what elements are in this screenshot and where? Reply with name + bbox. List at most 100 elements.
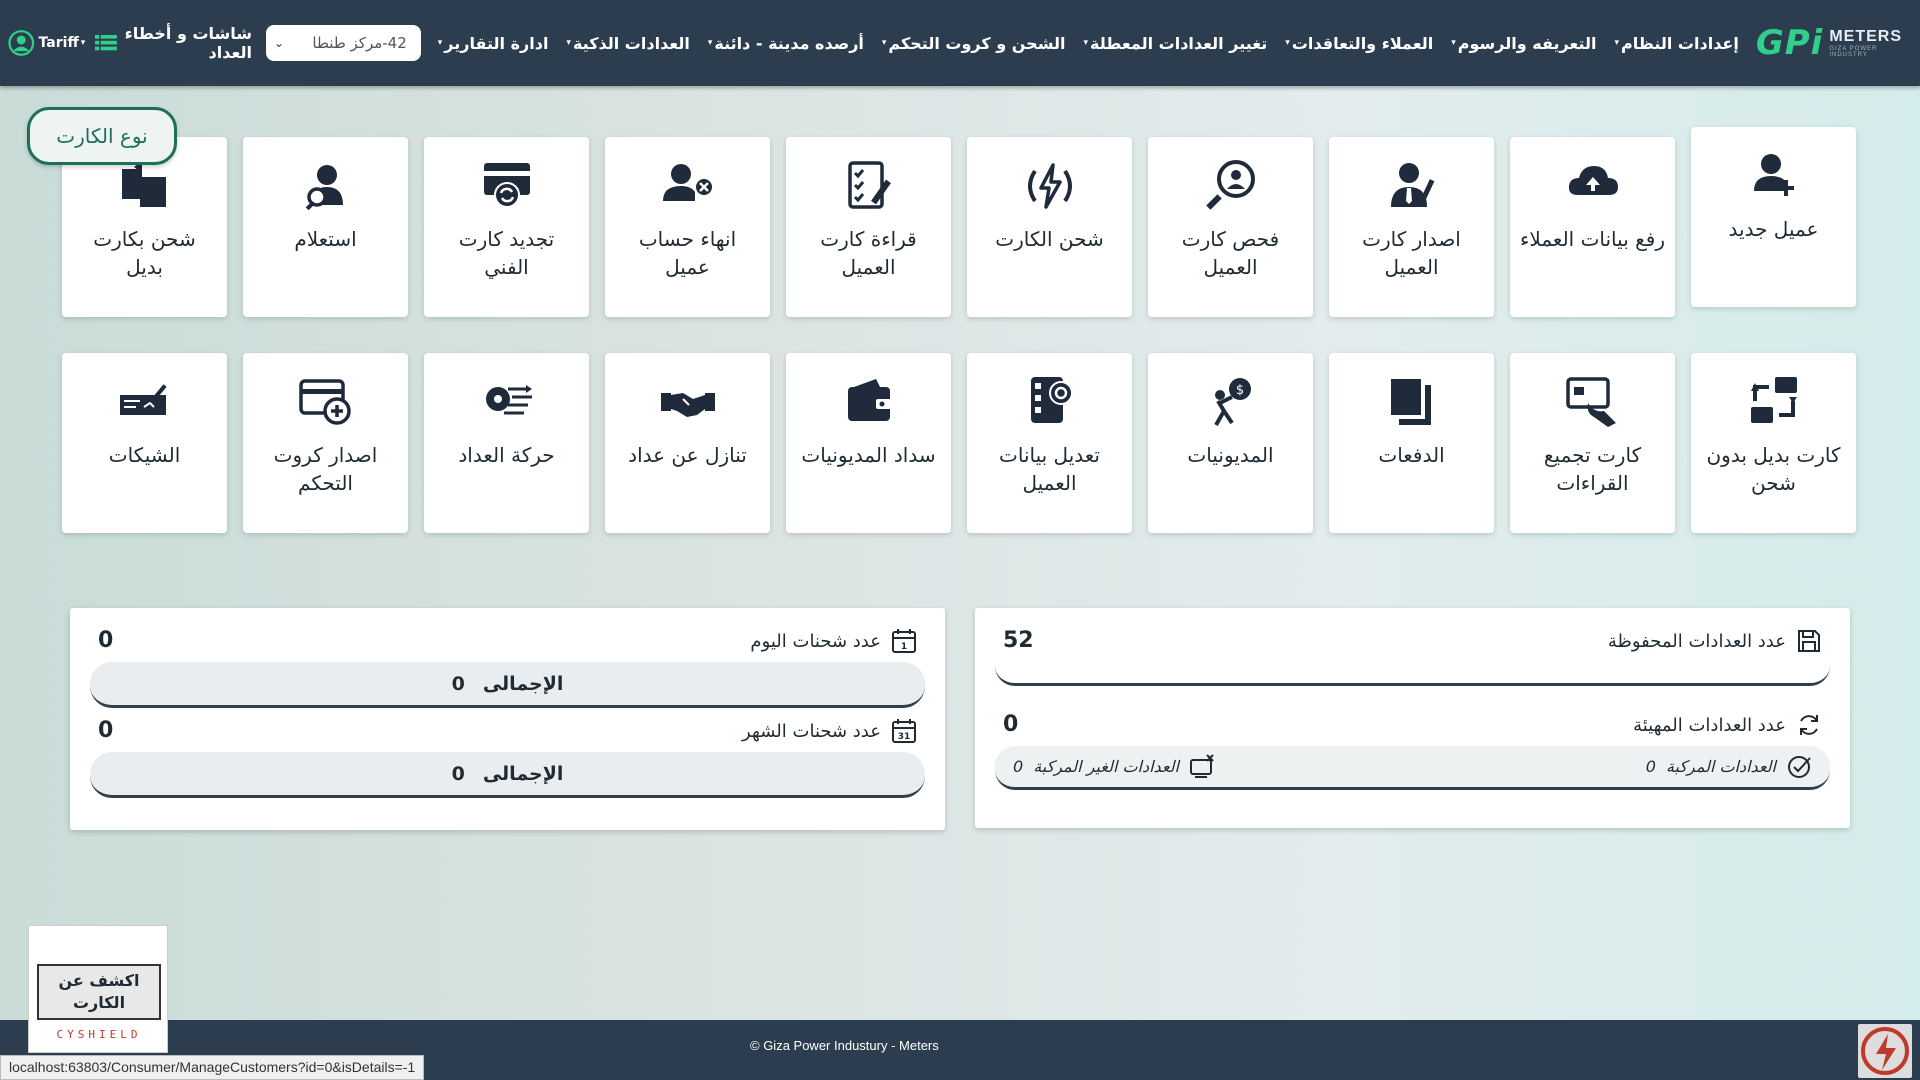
edit-data-icon: [1030, 377, 1073, 423]
replacement-card-icon: [121, 161, 166, 207]
center-select-value: 42-مركز طنطا: [312, 34, 407, 52]
status-bar-url: localhost:63803/Consumer/ManageCustomers…: [0, 1055, 425, 1080]
nav-tariff-fees[interactable]: التعريفه والرسوم ▾: [1442, 34, 1605, 53]
month-charges-label: عدد شحنات الشهر: [742, 720, 881, 742]
tile-pay-debts[interactable]: سداد المديونيات: [786, 353, 951, 533]
tile-readings-collection-card[interactable]: كارت تجميع القراءات: [1510, 353, 1675, 533]
save-disk-icon: [1798, 630, 1820, 652]
swap-icon: [1750, 377, 1797, 423]
corner-logo-icon[interactable]: [1858, 1024, 1912, 1078]
meter-motion-icon: [485, 385, 532, 415]
inquiry-user-icon: [305, 165, 343, 211]
cloud-upload-icon: [1568, 166, 1618, 195]
caret-down-icon: ▾: [566, 38, 571, 48]
caret-down-icon: ▾: [437, 38, 443, 48]
nav-replace-broken-meters[interactable]: تغيير العدادات المعطلة ▾: [1074, 34, 1276, 53]
brand-logo[interactable]: GPi METERS GIZA POWER INDUSTRY: [1756, 23, 1902, 63]
svg-text:$: $: [1235, 383, 1243, 398]
prepared-meters-label: عدد العدادات المهيئة: [1633, 714, 1786, 736]
chevron-down-icon: ⌄: [274, 36, 285, 50]
saved-meters-underline: [995, 666, 1830, 686]
calendar-month-icon: 31: [892, 719, 916, 743]
nav-menu: إعدادات النظام ▾ التعريفه والرسوم ▾ العملا…: [429, 34, 1748, 53]
add-card-icon: [298, 379, 351, 425]
checklist-icon: [847, 161, 891, 209]
unmounted-meters-value: 0: [1013, 757, 1024, 776]
refresh-icon: [1800, 715, 1818, 735]
nav-reports[interactable]: ادارة التقارير ▾: [429, 34, 558, 53]
cheque-icon: [119, 384, 167, 415]
nav-smart-meters[interactable]: العدادات الذكية ▾: [557, 34, 698, 53]
reveal-card-widget: اكشف عن الكارت CYSHIELD: [28, 925, 168, 1053]
nav-customers-contracts[interactable]: العملاء والتعاقدات ▾: [1276, 34, 1442, 53]
month-charges-row: 31 عدد شحنات الشهر: [742, 718, 917, 744]
caret-down-icon: ▾: [881, 38, 887, 48]
nav-balances[interactable]: أرصده مدينة - دائنة ▾: [699, 34, 873, 53]
search-user-icon: [1205, 160, 1255, 210]
tile-payments[interactable]: الدفعات: [1329, 353, 1494, 533]
tile-new-customer[interactable]: عميل جديد: [1691, 127, 1856, 307]
saved-meters-row: عدد العدادات المحفوظة: [1608, 628, 1822, 654]
tile-cheques[interactable]: الشيكات: [62, 353, 227, 533]
debt-burden-icon: $: [1213, 378, 1251, 426]
card-type-button[interactable]: نوع الكارت: [27, 107, 177, 165]
cyshield-logo: CYSHIELD: [56, 1028, 142, 1041]
calendar-day-icon: 1: [892, 629, 916, 653]
tile-upload-customers[interactable]: رفع بيانات العملاء: [1510, 137, 1675, 317]
mounted-meters-bar: العدادات المركبة 0 العدادات الغير المركب…: [995, 746, 1830, 790]
mounted-meters-value: 0: [1645, 757, 1656, 776]
tile-charge-card[interactable]: شحن الكارت: [967, 137, 1132, 317]
tile-inquiry[interactable]: استعلام: [243, 137, 408, 317]
caret-down-icon: ▾: [1451, 38, 1456, 48]
tile-edit-customer-data[interactable]: تعديل بيانات العميل: [967, 353, 1132, 533]
mounted-meters-group: العدادات المركبة 0: [1646, 754, 1812, 780]
card-collect-icon: [1565, 377, 1616, 427]
prepared-meters-value: 0: [1003, 712, 1019, 737]
brand-sub-text: GIZA POWER INDUSTRY: [1829, 46, 1878, 58]
tile-read-customer-card[interactable]: قراءة كارت العميل: [786, 137, 951, 317]
copies-icon: [1390, 379, 1431, 425]
tile-issue-control-cards[interactable]: اصدار كروت التحكم: [243, 353, 408, 533]
card-renew-icon: [483, 163, 530, 208]
mounted-meters-label: العدادات المركبة: [1665, 757, 1776, 776]
user-avatar-icon[interactable]: [8, 25, 35, 61]
tile-close-customer-account[interactable]: انهاء حساب عميل: [605, 137, 770, 317]
add-user-icon: [1753, 154, 1794, 196]
grid-list-icon: [95, 34, 118, 51]
tile-issue-customer-card[interactable]: اصدار كارت العميل: [1329, 137, 1494, 317]
tile-meter-transfer[interactable]: تنازل عن عداد: [605, 353, 770, 533]
brand-gpi-text: GPi: [1755, 23, 1824, 63]
month-total-bar: الإجمالى 0: [90, 752, 925, 798]
caret-down-icon: ▾: [80, 38, 86, 48]
nav-meter-screens-errors[interactable]: شاشات و أخطاء العداد: [95, 24, 252, 62]
caret-down-icon: ▾: [1614, 38, 1620, 48]
user-tie-icon: [1390, 163, 1434, 207]
monitor-x-icon: [1190, 753, 1214, 778]
nav-charging-control-cards[interactable]: الشحن و كروت التحكم ▾: [873, 34, 1075, 53]
saved-meters-value: 52: [1003, 628, 1034, 653]
tile-renew-technician-card[interactable]: تجديد كارت الفني: [424, 137, 589, 317]
month-total-label: الإجمالى: [482, 762, 564, 785]
top-navbar: GPi METERS GIZA POWER INDUSTRY إعدادات ا…: [0, 0, 1920, 86]
reveal-card-button[interactable]: اكشف عن الكارت: [37, 964, 161, 1020]
tile-inspect-customer-card[interactable]: فحص كارت العميل: [1148, 137, 1313, 317]
tile-debts[interactable]: $ المديونيات: [1148, 353, 1313, 533]
handshake-icon: [660, 393, 715, 417]
tile-meter-movement[interactable]: حركة العداد: [424, 353, 589, 533]
svg-text:31: 31: [898, 732, 911, 742]
prepared-meters-row: عدد العدادات المهيئة: [1633, 712, 1822, 738]
charge-bolt-icon: [1027, 163, 1072, 209]
month-charges-value: 0: [98, 718, 114, 743]
nav-tariff[interactable]: Tariff ▾: [39, 35, 86, 51]
caret-down-icon: ▾: [1083, 38, 1088, 48]
footer-copyright: © Giza Power Industury - Meters: [750, 1038, 939, 1053]
today-total-label: الإجمالى: [482, 672, 564, 695]
charges-stats-panel: 1 عدد شحنات اليوم 0 الإجمالى 0 31 عدد شح…: [70, 608, 945, 830]
unmounted-meters-label: العدادات الغير المركبة: [1033, 757, 1179, 776]
today-charges-value: 0: [98, 628, 114, 653]
nav-system-settings[interactable]: إعدادات النظام ▾: [1605, 34, 1747, 53]
check-circle-icon: [1788, 755, 1811, 778]
center-select[interactable]: 42-مركز طنطا ⌄: [266, 25, 421, 61]
tile-replacement-card-no-charge[interactable]: كارت بديل بدون شحن: [1691, 353, 1856, 533]
wallet-icon: [847, 379, 892, 421]
